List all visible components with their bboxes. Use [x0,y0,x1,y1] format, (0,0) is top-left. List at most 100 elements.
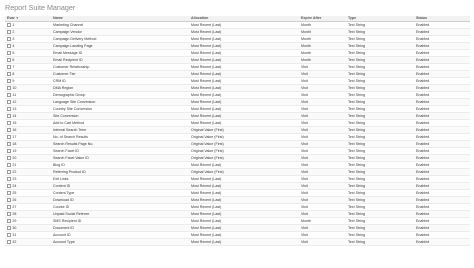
status-cell[interactable]: Enabled [414,119,470,127]
type-cell[interactable]: Text String [346,161,414,169]
table-row[interactable]: 17 No. of Search Results Original Value (F… [5,133,470,141]
type-cell[interactable]: Text String [346,140,414,148]
row-checkbox[interactable] [7,162,12,168]
table-row[interactable]: 2 Campaign Vendor Most Recent (Last) Month T… [5,28,470,36]
sort-desc-icon[interactable]: ▼ [16,16,19,20]
type-cell[interactable]: Text String [346,28,414,36]
status-cell[interactable]: Enabled [414,175,470,183]
name-cell[interactable]: Search Facet ID [51,147,189,155]
name-cell[interactable]: No. of Search Results [51,133,189,141]
name-cell[interactable]: Referring Product ID [51,168,189,176]
row-checkbox[interactable] [7,57,12,63]
row-checkbox[interactable] [7,232,12,238]
table-row[interactable]: 10 DMA Region Most Recent (Last) Visit Text … [5,84,470,92]
allocation-cell[interactable]: Most Recent (Last) [189,91,299,99]
allocation-cell[interactable]: Most Recent (Last) [189,42,299,50]
name-cell[interactable]: Document ID [51,224,189,232]
allocation-cell[interactable]: Most Recent (Last) [189,238,299,246]
row-checkbox[interactable] [7,134,12,140]
row-checkbox[interactable] [7,190,12,196]
table-row[interactable]: 27 Course ID Most Recent (Last) Visit Text S… [5,203,470,211]
table-row[interactable]: 11 Demographic Group Most Recent (Last) Vis… [5,91,470,99]
table-row[interactable]: 15 Add to Cart Method Most Recent (Last) Vi… [5,119,470,127]
allocation-cell[interactable]: Most Recent (Last) [189,70,299,78]
status-cell[interactable]: Enabled [414,105,470,113]
table-row[interactable]: 23 Exit Links Most Recent (Last) Visit Text … [5,175,470,183]
allocation-cell[interactable]: Original Value (First) [189,133,299,141]
status-cell[interactable]: Enabled [414,21,470,29]
status-cell[interactable]: Enabled [414,217,470,225]
expire-cell[interactable]: Visit [299,133,346,141]
type-cell[interactable]: Text String [346,231,414,239]
allocation-cell[interactable]: Most Recent (Last) [189,175,299,183]
status-cell[interactable]: Enabled [414,63,470,71]
expire-cell[interactable]: Visit [299,147,346,155]
row-checkbox[interactable] [7,211,12,217]
table-row[interactable]: 13 Country Site Conversion Most Recent (La… [5,105,470,113]
allocation-cell[interactable]: Most Recent (Last) [189,217,299,225]
row-checkbox[interactable] [7,64,12,70]
table-row[interactable]: 12 Language Site Conversion Most Recent (L… [5,98,470,106]
allocation-cell[interactable]: Most Recent (Last) [189,28,299,36]
name-cell[interactable]: Download ID [51,196,189,204]
table-row[interactable]: 22 Referring Product ID Original Value (Fi… [5,168,470,176]
expire-cell[interactable]: Visit [299,119,346,127]
allocation-cell[interactable]: Original Value (First) [189,140,299,148]
status-cell[interactable]: Enabled [414,126,470,134]
expire-cell[interactable]: Visit [299,175,346,183]
name-cell[interactable]: CRM ID [51,77,189,85]
expire-cell[interactable]: Visit [299,126,346,134]
name-cell[interactable]: Search Facet Value ID [51,154,189,162]
expire-cell[interactable]: Visit [299,112,346,120]
allocation-cell[interactable]: Most Recent (Last) [189,35,299,43]
type-cell[interactable]: Text String [346,35,414,43]
expire-cell[interactable]: Visit [299,161,346,169]
allocation-cell[interactable]: Original Value (First) [189,147,299,155]
status-cell[interactable]: Enabled [414,231,470,239]
type-cell[interactable]: Text String [346,119,414,127]
status-cell[interactable]: Enabled [414,196,470,204]
status-cell[interactable]: Enabled [414,42,470,50]
type-cell[interactable]: Text String [346,84,414,92]
row-checkbox[interactable] [7,71,12,77]
status-cell[interactable]: Enabled [414,91,470,99]
type-cell[interactable]: Text String [346,203,414,211]
table-row[interactable]: 14 Site Conversion Most Recent (Last) Visit… [5,112,470,120]
expire-cell[interactable]: Visit [299,231,346,239]
type-cell[interactable]: Text String [346,147,414,155]
expire-cell[interactable]: Visit [299,70,346,78]
row-checkbox[interactable] [7,78,12,84]
row-checkbox[interactable] [7,169,12,175]
type-cell[interactable]: Text String [346,126,414,134]
row-checkbox[interactable] [7,120,12,126]
row-checkbox[interactable] [7,225,12,231]
row-checkbox[interactable] [7,141,12,147]
expire-cell[interactable]: Month [299,35,346,43]
name-cell[interactable]: Add to Cart Method [51,119,189,127]
expire-cell[interactable]: Visit [299,168,346,176]
allocation-cell[interactable]: Most Recent (Last) [189,189,299,197]
row-checkbox[interactable] [7,113,12,119]
expire-cell[interactable]: Visit [299,91,346,99]
table-row[interactable]: 30 Document ID Most Recent (Last) Visit Text… [5,224,470,232]
status-cell[interactable]: Enabled [414,28,470,36]
type-cell[interactable]: Text String [346,56,414,64]
name-cell[interactable]: Customer Tier [51,70,189,78]
type-cell[interactable]: Text String [346,105,414,113]
type-cell[interactable]: Text String [346,77,414,85]
type-cell[interactable]: Text String [346,42,414,50]
status-cell[interactable]: Enabled [414,210,470,218]
status-cell[interactable]: Enabled [414,203,470,211]
type-cell[interactable]: Text String [346,98,414,106]
table-row[interactable]: 26 Download ID Most Recent (Last) Visit Text… [5,196,470,204]
row-checkbox[interactable] [7,183,12,189]
type-cell[interactable]: Text String [346,112,414,120]
name-cell[interactable]: Course ID [51,203,189,211]
row-checkbox[interactable] [7,22,12,28]
expire-cell[interactable]: Visit [299,84,346,92]
table-row[interactable]: 3 Campaign Delivery Method Most Recent (La… [5,35,470,43]
name-cell[interactable]: SMS Recipient ID [51,217,189,225]
allocation-cell[interactable]: Most Recent (Last) [189,63,299,71]
expire-cell[interactable]: Month [299,28,346,36]
type-cell[interactable]: Text String [346,91,414,99]
